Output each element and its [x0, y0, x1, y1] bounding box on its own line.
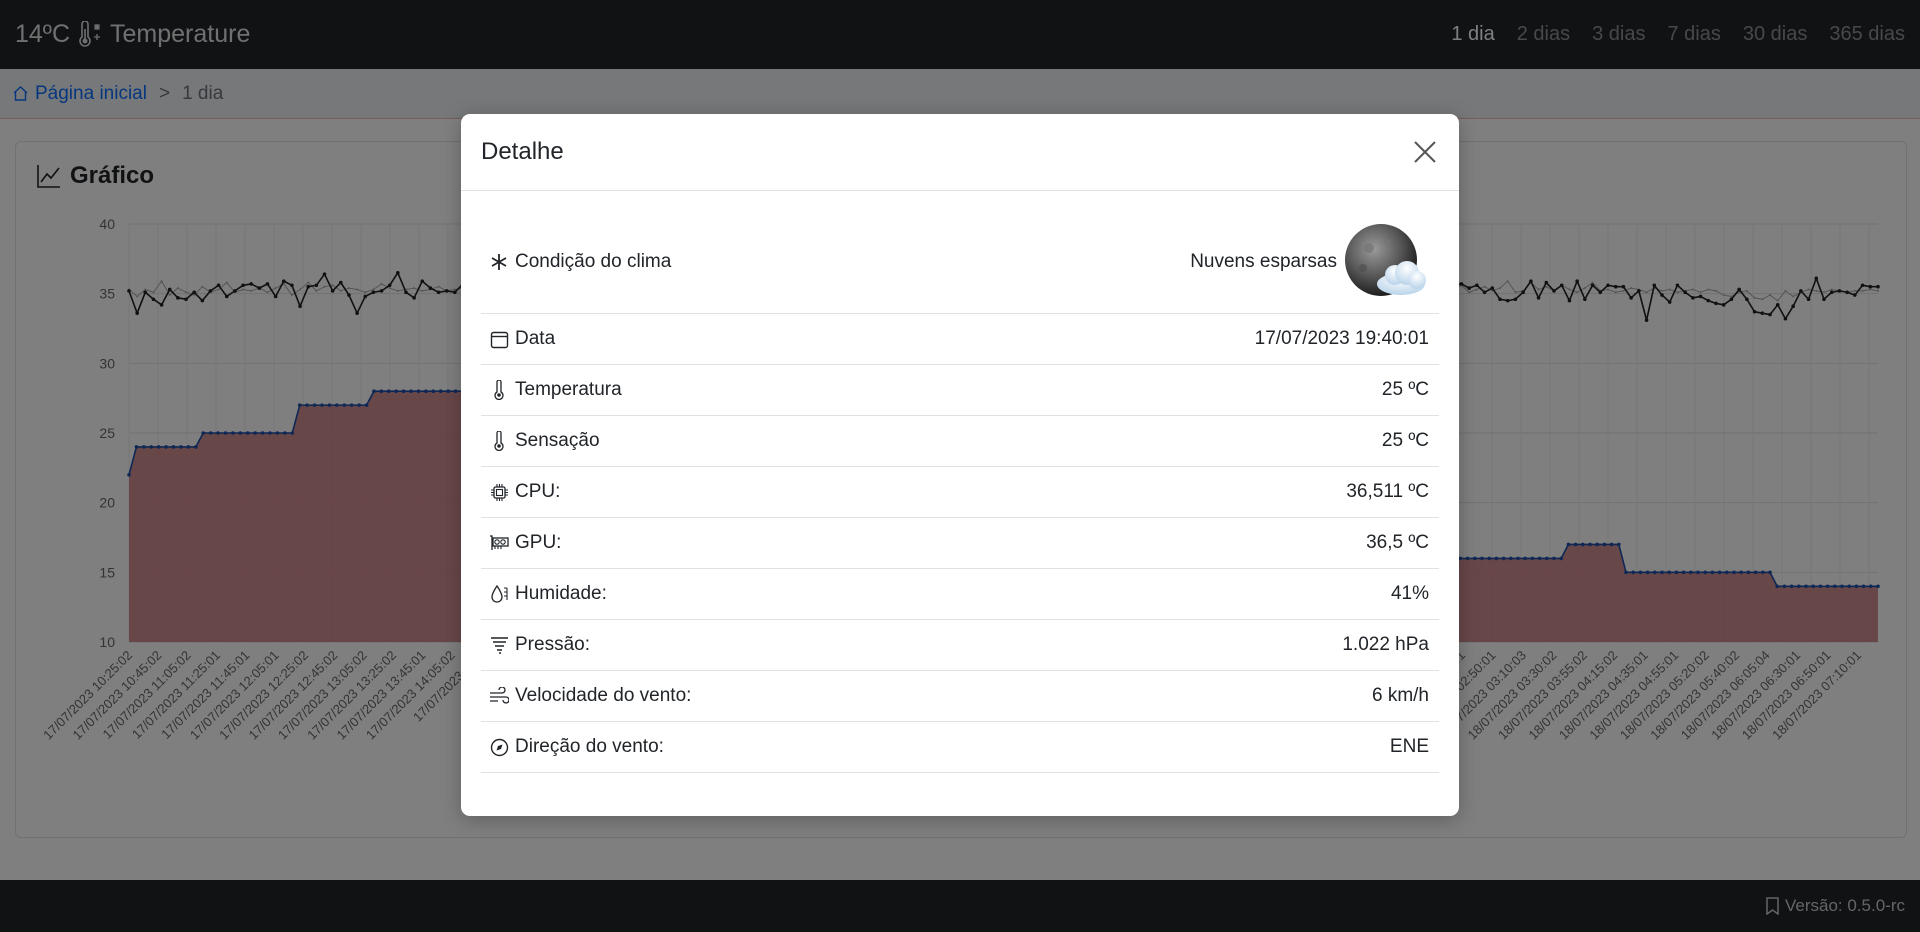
- calendar-icon: [489, 329, 509, 349]
- asterisk-icon: [489, 252, 509, 272]
- weather-condition-row: Condição do clima Nuvens esparsas: [481, 211, 1439, 314]
- modal-title: Detalhe: [481, 138, 564, 165]
- compass-icon: [489, 737, 509, 757]
- detail-label-humidade: Humidade:: [515, 583, 607, 604]
- detail-label-gpu: GPU:: [515, 532, 562, 553]
- detail-value-temperatura: 25 ºC: [1381, 379, 1429, 400]
- thermometer-icon: [489, 380, 509, 400]
- detail-label-pressao: Pressão:: [515, 634, 590, 655]
- detail-modal: Detalhe Condição do clima Nuvens esparsa…: [461, 114, 1459, 816]
- modal-header: Detalhe: [461, 114, 1459, 191]
- detail-value-sensacao: 25 ºC: [1381, 430, 1429, 451]
- detail-row-vento-direcao: Direção do vento: ENE: [481, 722, 1439, 773]
- detail-value-cpu: 36,511 ºC: [1346, 481, 1429, 502]
- detail-row-sensacao: Sensação 25 ºC: [481, 416, 1439, 467]
- detail-row-pressao: Pressão: 1.022 hPa: [481, 620, 1439, 671]
- tornado-icon: [489, 635, 509, 655]
- detail-label-temperatura: Temperatura: [515, 379, 622, 400]
- weather-condition-label-wrap: Condição do clima: [481, 251, 671, 273]
- detail-value-gpu: 36,5 ºC: [1366, 532, 1429, 553]
- detail-label-cpu: CPU:: [515, 481, 561, 502]
- weather-condition-value-wrap: Nuvens esparsas: [1190, 222, 1439, 302]
- detail-value-vento-velocidade: 6 km/h: [1371, 685, 1429, 706]
- thermometer-icon: [489, 431, 509, 451]
- detail-row-temperatura: Temperatura 25 ºC: [481, 365, 1439, 416]
- cpu-icon: [489, 482, 509, 502]
- modal-body: Condição do clima Nuvens esparsas Data 1…: [461, 191, 1459, 773]
- detail-label-data: Data: [515, 328, 556, 349]
- gpu-card-icon: [489, 533, 509, 553]
- detail-label-vento-velocidade: Velocidade do vento:: [515, 685, 692, 706]
- detail-label-vento-direcao: Direção do vento:: [515, 736, 664, 757]
- close-button[interactable]: [1411, 138, 1439, 166]
- droplet-icon: [489, 584, 509, 604]
- detail-row-humidade: Humidade: 41%: [481, 569, 1439, 620]
- detail-label-sensacao: Sensação: [515, 430, 600, 451]
- detail-value-vento-direcao: ENE: [1389, 736, 1429, 757]
- close-icon: [1414, 141, 1436, 163]
- detail-row-gpu: GPU: 36,5 ºC: [481, 518, 1439, 569]
- weather-condition-value: Nuvens esparsas: [1190, 251, 1337, 272]
- moon-clouds-icon: [1345, 224, 1426, 296]
- detail-value-data: 17/07/2023 19:40:01: [1254, 328, 1429, 349]
- detail-row-data: Data 17/07/2023 19:40:01: [481, 314, 1439, 365]
- weather-condition-label: Condição do clima: [515, 251, 672, 272]
- detail-value-humidade: 41%: [1390, 583, 1429, 604]
- wind-icon: [489, 686, 509, 706]
- detail-row-vento-velocidade: Velocidade do vento: 6 km/h: [481, 671, 1439, 722]
- detail-value-pressao: 1.022 hPa: [1342, 634, 1429, 655]
- detail-row-cpu: CPU: 36,511 ºC: [481, 467, 1439, 518]
